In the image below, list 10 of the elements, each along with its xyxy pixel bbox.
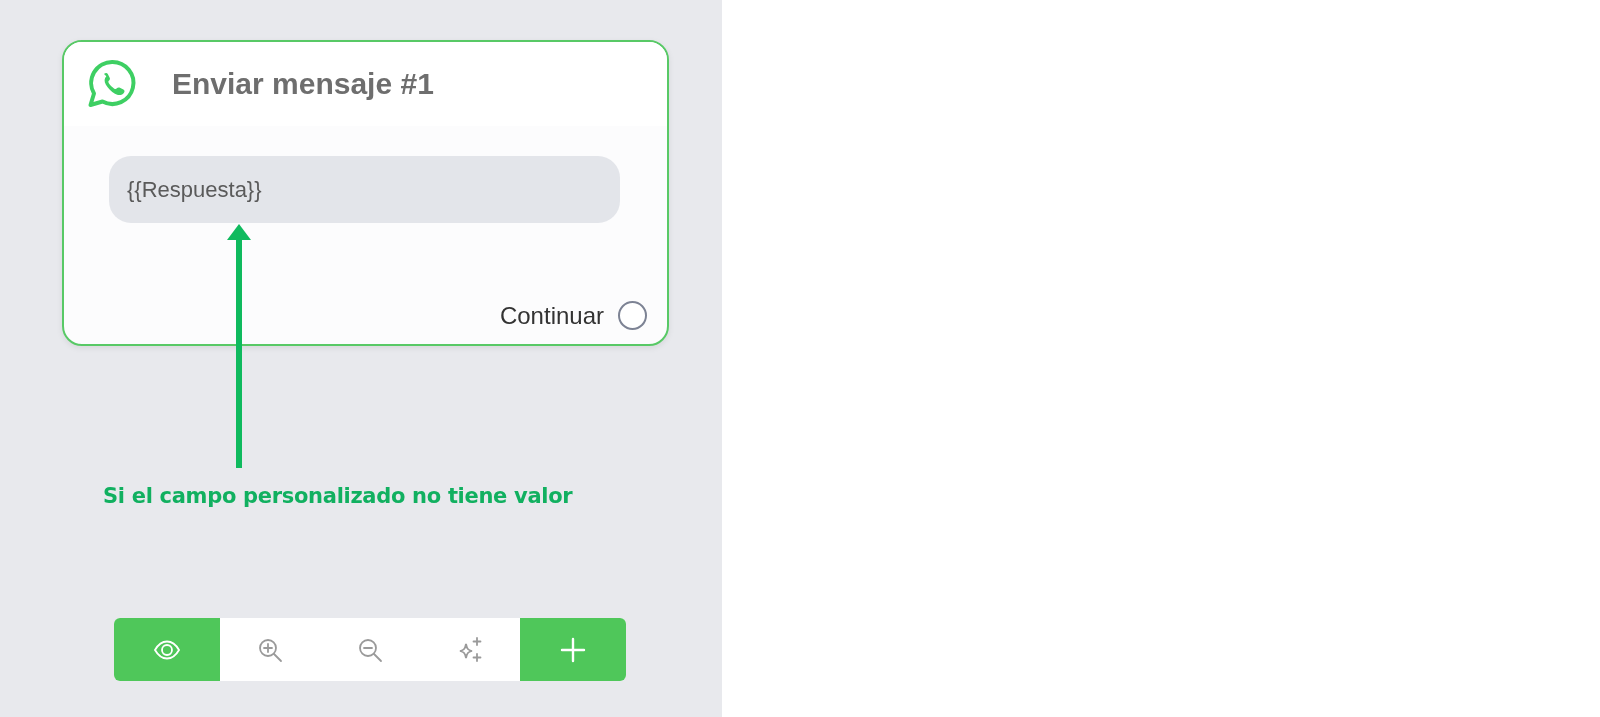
message-node[interactable]: Enviar mensaje #1 {{Respuesta}} Continuar [62, 40, 669, 346]
preview-button[interactable] [114, 618, 220, 681]
plus-icon [559, 635, 587, 664]
node-title: Enviar mensaje #1 [172, 67, 434, 101]
annotation-text: Si el campo personalizado no tiene valor [103, 484, 573, 508]
chat-bubble-phone-icon [86, 58, 138, 110]
message-field[interactable]: {{Respuesta}} [109, 156, 620, 223]
output-port[interactable] [618, 301, 647, 330]
output-label: Continuar [499, 301, 604, 330]
add-button[interactable] [520, 618, 626, 681]
